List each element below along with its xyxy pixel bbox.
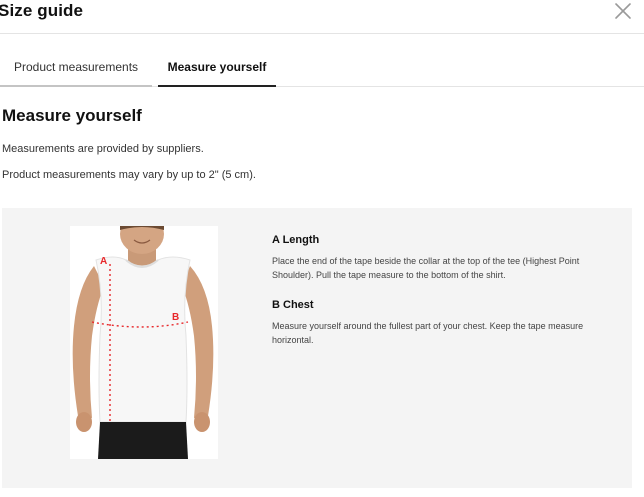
variance-note: Product measurements may vary by up to 2… [2, 169, 256, 181]
supplier-note: Measurements are provided by suppliers. [2, 143, 204, 155]
tab-measure-yourself[interactable]: Measure yourself [158, 50, 276, 87]
model-illustration: A B [70, 214, 218, 459]
tab-bar: Product measurements Measure yourself [0, 50, 644, 87]
measure-panel: A B A Length Place the end of the tape b… [2, 208, 632, 488]
close-icon[interactable] [614, 2, 632, 20]
size-guide-modal: Size guide Product measurements Measure … [0, 0, 644, 497]
modal-header: Size guide [0, 0, 644, 34]
model-figure: A B [70, 214, 218, 459]
measurement-chest: B Chest Measure yourself around the full… [272, 299, 612, 347]
marker-b-label: B [172, 312, 179, 323]
measurement-text: Place the end of the tape beside the col… [272, 256, 580, 280]
section-heading: Measure yourself [2, 106, 142, 125]
marker-a-label: A [100, 256, 107, 267]
tab-product-measurements[interactable]: Product measurements [0, 50, 152, 87]
modal-title: Size guide [0, 1, 84, 20]
measurement-text: Measure yourself around the fullest part… [272, 321, 584, 345]
measurement-title: A Length [272, 234, 320, 246]
measurement-length: A Length Place the end of the tape besid… [272, 234, 612, 282]
measurement-title: B Chest [272, 299, 314, 311]
